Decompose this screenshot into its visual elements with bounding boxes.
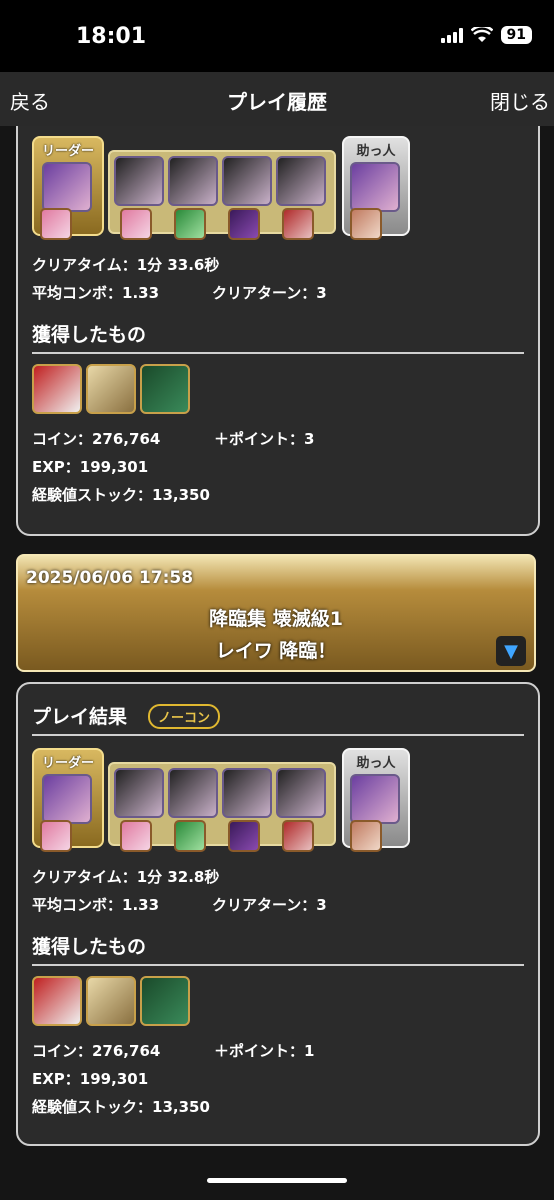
avg-combo: 平均コンボ：1.33: [32, 284, 160, 302]
section-divider: [32, 352, 524, 354]
status-time: 18:01: [76, 24, 147, 49]
dungeon-name: 降臨集 壊滅級1: [209, 608, 343, 630]
helper-monster-icon: [350, 162, 400, 212]
acquired-heading: 獲得したもの: [32, 324, 147, 346]
sub-assist-icon: [282, 820, 314, 852]
clear-turn: クリアターン：3: [212, 896, 327, 914]
leader-assist-icon: [40, 820, 72, 852]
history-date: 2025/06/06 17:58: [26, 568, 194, 588]
wifi-icon: [470, 27, 493, 42]
coin-reward: コイン：276,764: [32, 1042, 161, 1060]
point-reward: ＋ポイント：1: [214, 1042, 315, 1060]
drop-monster-icon[interactable]: [32, 364, 82, 414]
leader-assist-icon: [40, 208, 72, 240]
leader-label: リーダー: [41, 144, 94, 159]
section-divider: [32, 964, 524, 966]
play-result-heading: プレイ結果: [32, 706, 128, 728]
helper-assist-icon: [350, 208, 382, 240]
acquired-heading: 獲得したもの: [32, 936, 147, 958]
leader-monster-icon: [42, 162, 92, 212]
exp-reward: EXP：199,301: [32, 458, 149, 476]
status-icons: 91: [440, 26, 532, 44]
exp-stock: 経験値ストック：13,350: [32, 1098, 210, 1116]
floor-name: レイワ 降臨！: [215, 640, 337, 662]
sub-monster-icon: [222, 768, 272, 818]
sub-monster-icon: [114, 768, 164, 818]
sub-assist-icon: [120, 208, 152, 240]
exp-stock: 経験値ストック：13,350: [32, 486, 210, 504]
drop-monster-icon[interactable]: [140, 364, 190, 414]
leader-monster-icon: [42, 774, 92, 824]
avg-combo: 平均コンボ：1.33: [32, 896, 160, 914]
sub-monster-icon: [114, 156, 164, 206]
clear-turn: クリアターン：3: [212, 284, 327, 302]
leader-label: リーダー: [41, 756, 94, 771]
helper-monster-icon: [350, 774, 400, 824]
drop-monster-icon[interactable]: [32, 976, 82, 1026]
helper-label: 助っ人: [356, 144, 396, 159]
status-bar: 18:01 91: [0, 0, 554, 72]
drop-monster-icon[interactable]: [140, 976, 190, 1026]
drop-monster-icon[interactable]: [86, 364, 136, 414]
triangle-down-icon: ▼: [504, 640, 518, 662]
home-indicator[interactable]: [207, 1178, 347, 1183]
sub-monster-icon: [276, 156, 326, 206]
helper-assist-icon: [350, 820, 382, 852]
history-list[interactable]: リーダー 助っ人 クリアタイム：1分 33.6秒 平均コンボ：1.33 クリアタ…: [0, 126, 554, 1200]
cellular-signal-icon: [440, 27, 463, 43]
sub-monster-icon: [276, 768, 326, 818]
sub-monster-icon: [168, 156, 218, 206]
sub-assist-icon: [228, 208, 260, 240]
sub-monster-icon: [168, 768, 218, 818]
play-result-card: リーダー 助っ人 クリアタイム：1分 33.6秒 平均コンボ：1.33 クリアタ…: [16, 126, 540, 536]
expand-toggle-button[interactable]: ▼: [496, 636, 526, 666]
sub-assist-icon: [120, 820, 152, 852]
clear-time: クリアタイム：1分 32.8秒: [32, 868, 220, 886]
sub-assist-icon: [174, 820, 206, 852]
sub-assist-icon: [228, 820, 260, 852]
exp-reward: EXP：199,301: [32, 1070, 149, 1088]
history-entry-header[interactable]: 2025/06/06 17:58 降臨集 壊滅級1 レイワ 降臨！ ▼: [16, 554, 536, 672]
play-result-card: プレイ結果 ノーコン リーダー 助っ人 クリアタイム：1分 32.8秒 平均コン…: [16, 682, 540, 1146]
sub-monster-icon: [222, 156, 272, 206]
close-button[interactable]: 閉じる: [490, 86, 550, 115]
page-title: プレイ履歴: [227, 90, 327, 114]
sub-assist-icon: [282, 208, 314, 240]
helper-label: 助っ人: [356, 756, 396, 771]
section-divider: [32, 734, 524, 736]
coin-reward: コイン：276,764: [32, 430, 161, 448]
sub-assist-icon: [174, 208, 206, 240]
clear-time: クリアタイム：1分 33.6秒: [32, 256, 220, 274]
nocon-badge: ノーコン: [148, 704, 221, 729]
point-reward: ＋ポイント：3: [214, 430, 315, 448]
drop-monster-icon[interactable]: [86, 976, 136, 1026]
battery-indicator: 91: [500, 26, 532, 44]
nav-bar: 戻る プレイ履歴 閉じる: [0, 72, 554, 126]
